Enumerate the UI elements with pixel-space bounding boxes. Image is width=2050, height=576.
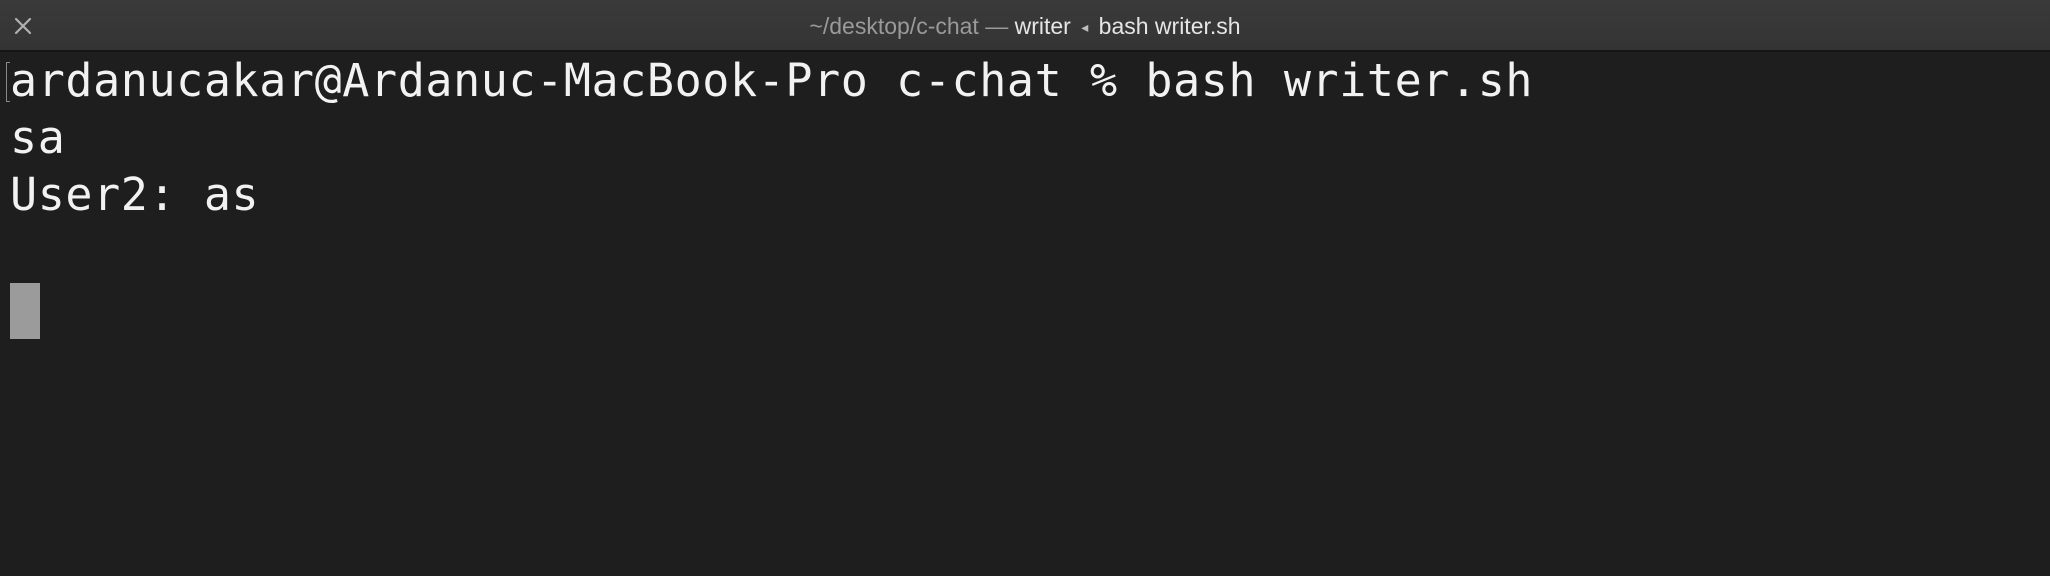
terminal-line-output: sa bbox=[10, 111, 66, 164]
title-bar[interactable]: ~/desktop/c-chat — writer ◂ bash writer.… bbox=[0, 0, 2050, 52]
terminal-window: ~/desktop/c-chat — writer ◂ bash writer.… bbox=[0, 0, 2050, 576]
title-process: writer bbox=[1014, 13, 1071, 39]
terminal-line-prompt: ardanucakar@Ardanuc-MacBook-Pro c-chat %… bbox=[10, 54, 1534, 107]
prompt-mark-icon bbox=[6, 62, 10, 102]
terminal-output[interactable]: ardanucakar@Ardanuc-MacBook-Pro c-chat %… bbox=[6, 52, 2050, 576]
text-cursor bbox=[10, 283, 40, 339]
title-path: ~/desktop/c-chat bbox=[809, 13, 979, 39]
title-separator: — bbox=[985, 13, 1009, 39]
title-command: bash writer.sh bbox=[1098, 13, 1241, 39]
window-title: ~/desktop/c-chat — writer ◂ bash writer.… bbox=[0, 0, 2050, 52]
terminal-line-empty bbox=[10, 223, 2050, 280]
title-arrow-icon: ◂ bbox=[1081, 19, 1089, 35]
terminal-line-message: User2: as bbox=[10, 168, 260, 221]
